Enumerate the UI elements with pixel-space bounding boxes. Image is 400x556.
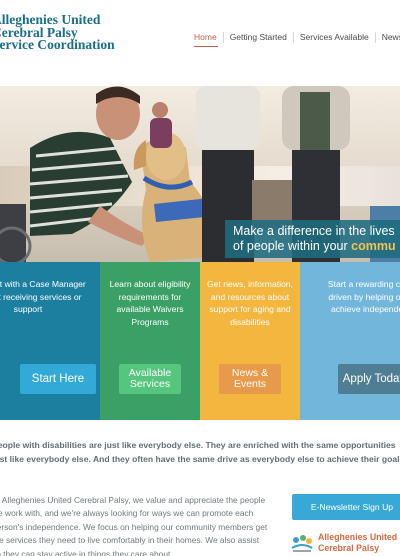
- paragraph-line: the services they need to live comfortab…: [0, 535, 260, 546]
- lead-statement: People with disabilities are just like e…: [0, 438, 400, 466]
- tagline-line-1: Make a difference in the lives: [233, 224, 395, 238]
- paragraph-line: person's independence. We focus on helpi…: [0, 521, 268, 532]
- lead-line-1: People with disabilities are just like e…: [0, 440, 396, 450]
- tagline-highlight: commu: [351, 239, 396, 253]
- aucp-logo-icon: [291, 535, 313, 552]
- sidebar-org-title[interactable]: Alleghenies United Cerebral Palsy: [318, 532, 397, 554]
- sidebar-title-line-1: Alleghenies United: [318, 532, 398, 542]
- logo-line-3: Service Coordination: [0, 37, 115, 52]
- start-here-button[interactable]: Start Here: [20, 364, 96, 394]
- hero-tagline: Make a difference in the lives of people…: [225, 220, 400, 258]
- tagline-prefix: of people within your: [233, 239, 352, 253]
- action-tiles: Connect with a Case Manager to start rec…: [0, 262, 400, 420]
- tile-description: Learn about eligibility requirements for…: [109, 279, 191, 327]
- site-logo[interactable]: Alleghenies United Cerebral Palsy Servic…: [0, 13, 115, 52]
- tile-description: Connect with a Case Manager to start rec…: [0, 279, 86, 315]
- lead-line-2: just like everybody else. And they often…: [0, 454, 400, 464]
- tile-eligibility: Learn about eligibility requirements for…: [100, 262, 200, 420]
- intro-paragraph: At Alleghenies United Cerebral Palsy, we…: [0, 494, 272, 556]
- nav-item-getting-started[interactable]: Getting Started: [222, 32, 293, 43]
- dog-ear: [133, 140, 146, 170]
- site-header: Alleghenies United Cerebral Palsy Servic…: [0, 0, 400, 84]
- standing-person-shirt: [196, 86, 260, 150]
- available-services-button[interactable]: Available Services: [119, 364, 181, 394]
- paragraph-line: so they can stay active in things they c…: [0, 548, 173, 556]
- man-arm: [88, 206, 150, 246]
- paragraph-line: we work with, and we're always looking f…: [0, 508, 254, 519]
- main-nav: Home Getting Started Services Available …: [194, 32, 400, 43]
- sidebar-title-line-2: Cerebral Palsy: [318, 543, 380, 553]
- wheelchair-shape: [0, 204, 26, 262]
- tagline-line-2: of people within your commu: [233, 239, 400, 254]
- bg-person-body: [150, 118, 172, 148]
- tile-news: Get news, information, and resources abo…: [200, 262, 300, 420]
- paragraph-line: At Alleghenies United Cerebral Palsy, we…: [0, 495, 266, 505]
- bg-person-head: [152, 102, 168, 118]
- tile-description: Start a rewarding career driven by helpi…: [327, 279, 400, 315]
- nav-item-news[interactable]: News: [374, 32, 400, 43]
- tile-careers: Start a rewarding career driven by helpi…: [300, 262, 400, 420]
- nav-active-indicator: [194, 46, 218, 47]
- tile-description: Get news, information, and resources abo…: [207, 279, 293, 327]
- tile-case-manager: Connect with a Case Manager to start rec…: [0, 262, 100, 420]
- news-events-button[interactable]: News & Events: [219, 364, 281, 394]
- enewsletter-signup-button[interactable]: E-Newsletter Sign Up: [292, 494, 400, 520]
- apply-today-button[interactable]: Apply Today: [338, 364, 400, 394]
- nav-item-home[interactable]: Home: [194, 32, 223, 43]
- right-person-top: [300, 92, 330, 152]
- nav-item-services-available[interactable]: Services Available: [292, 32, 375, 43]
